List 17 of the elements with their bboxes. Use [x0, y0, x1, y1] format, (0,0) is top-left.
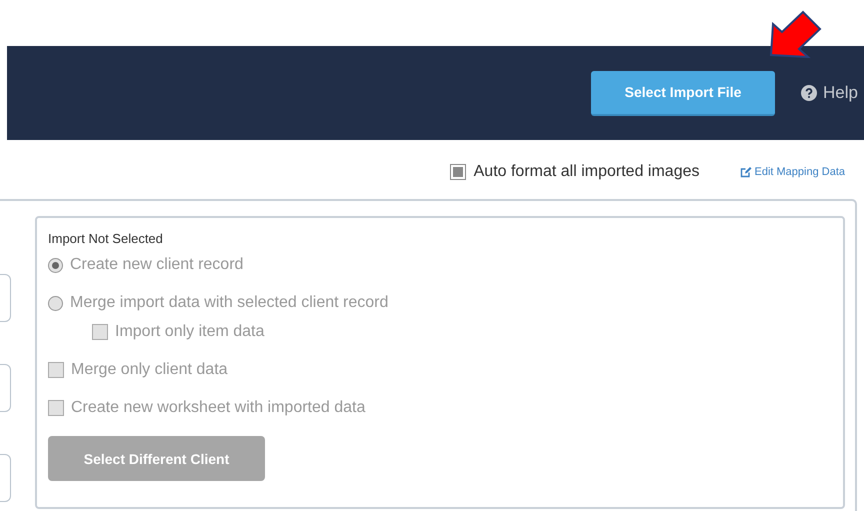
- arrow-icon: [769, 10, 823, 58]
- edit-icon: [740, 166, 752, 178]
- card-edge: [0, 274, 11, 322]
- edit-mapping-link[interactable]: Edit Mapping Data: [740, 166, 845, 178]
- option-label: Import only item data: [115, 323, 264, 341]
- help-icon: [801, 85, 818, 101]
- help-link[interactable]: Help: [801, 83, 858, 103]
- section-title: Import Not Selected: [48, 231, 164, 246]
- select-import-file-button[interactable]: Select Import File: [591, 70, 776, 116]
- option-label: Create new worksheet with imported data: [71, 399, 366, 417]
- card-edge: [0, 454, 11, 502]
- option-label: Create new client record: [70, 256, 244, 274]
- option-label: Merge only client data: [71, 361, 228, 379]
- option-label: Merge import data with selected client record: [70, 294, 388, 312]
- checkbox-label: Auto format all imported images: [474, 163, 700, 181]
- checkbox[interactable]: [450, 164, 466, 180]
- card-edge: [0, 364, 11, 412]
